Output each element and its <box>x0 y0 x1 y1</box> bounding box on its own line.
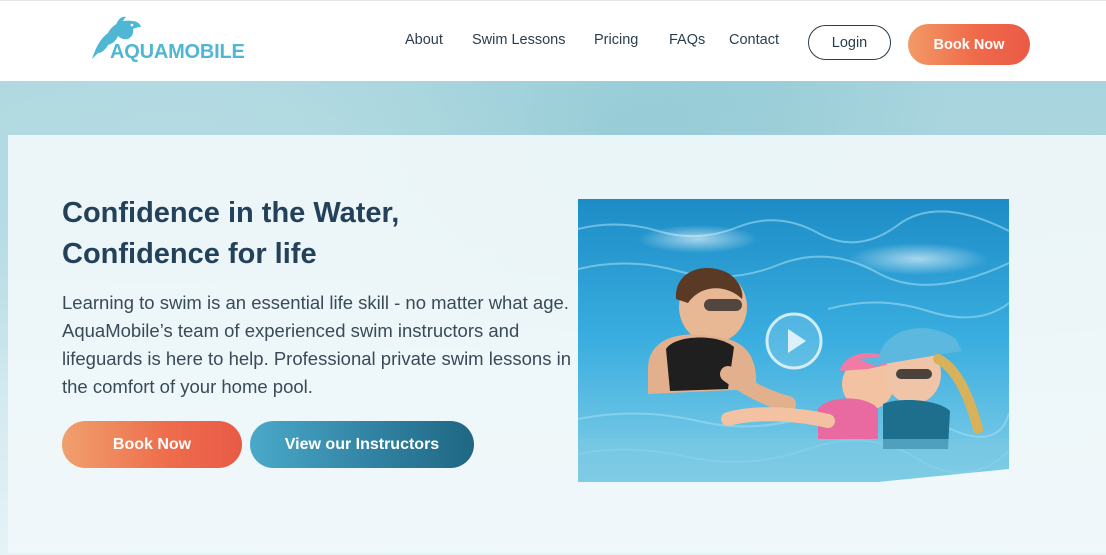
play-icon[interactable] <box>764 311 824 371</box>
nav-swim-lessons[interactable]: Swim Lessons <box>472 32 565 48</box>
nav-pricing[interactable]: Pricing <box>594 32 638 48</box>
hero-title: Confidence in the Water, Confidence for … <box>62 193 532 275</box>
login-button[interactable]: Login <box>808 25 891 60</box>
hero-title-line2: Confidence for life <box>62 238 317 270</box>
nav-about[interactable]: About <box>405 32 443 48</box>
nav-faqs[interactable]: FAQs <box>669 32 705 48</box>
header-book-now-button[interactable]: Book Now <box>908 24 1030 65</box>
site-header: AQUAMOBILE About Swim Lessons Pricing FA… <box>0 0 1106 81</box>
logo-text: AQUAMOBILE <box>110 41 245 63</box>
hero-book-now-button[interactable]: Book Now <box>62 421 242 468</box>
video-thumbnail[interactable] <box>578 199 1009 482</box>
hero-description: Learning to swim is an essential life sk… <box>62 292 571 397</box>
nav-contact[interactable]: Contact <box>729 32 779 48</box>
logo[interactable]: AQUAMOBILE <box>86 13 256 65</box>
view-instructors-button[interactable]: View our Instructors <box>250 421 474 468</box>
hero-title-line1: Confidence in the Water, <box>62 197 400 229</box>
